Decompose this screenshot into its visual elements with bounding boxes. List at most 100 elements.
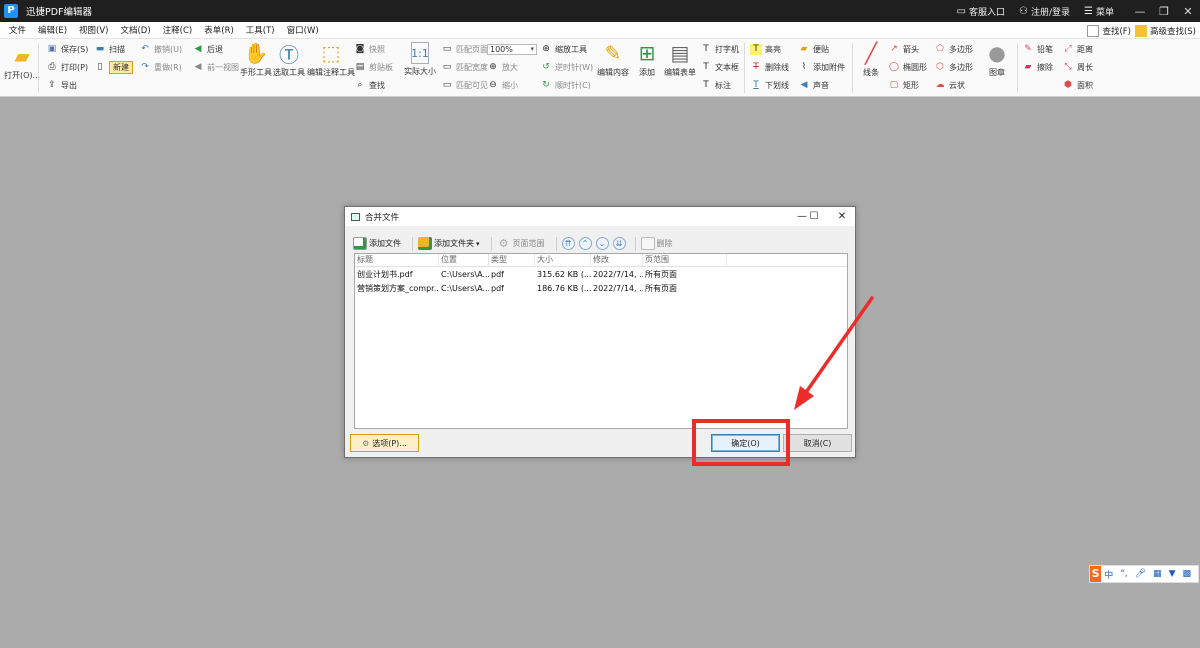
actual-size-button[interactable]: 1:1 实际大小 bbox=[404, 42, 436, 77]
distance-button[interactable]: ⤢ 距离 bbox=[1062, 44, 1093, 55]
fit-width-button[interactable]: ▭ 匹配宽度 bbox=[441, 62, 488, 73]
fit-visible-button[interactable]: ▭ 匹配可见 bbox=[441, 80, 488, 91]
fit-page-button[interactable]: ▭ 匹配页面 bbox=[441, 44, 488, 55]
rotate-ccw-button[interactable]: ↺ 逆时针(W) bbox=[540, 62, 593, 73]
dialog-close-button[interactable]: ✕ bbox=[825, 207, 859, 226]
move-top-button[interactable]: ⇈ bbox=[561, 237, 575, 250]
menu-tools[interactable]: 工具(T) bbox=[240, 24, 281, 36]
rotate-ccw-icon: ↺ bbox=[542, 62, 550, 72]
service-link[interactable]: ▭ 客服入口 bbox=[957, 5, 1005, 18]
add-folder-button[interactable]: 添加文件夹 ▾ bbox=[418, 237, 480, 250]
menu-link[interactable]: ☰ 菜单 bbox=[1084, 5, 1114, 18]
eraser-button[interactable]: ▰ 擦除 bbox=[1022, 62, 1053, 73]
column-header-modified[interactable]: 修改 bbox=[591, 254, 643, 266]
area-button[interactable]: ⬢ 面积 bbox=[1062, 80, 1093, 91]
zoom-select[interactable]: 100% bbox=[487, 44, 537, 55]
highlight-button[interactable]: T 高亮 bbox=[750, 44, 781, 55]
zoom-out-button[interactable]: ⊖ 缩小 bbox=[487, 80, 518, 91]
add-button[interactable]: ⊞ 添加 bbox=[634, 41, 660, 78]
page-range-button[interactable]: ⚙ 页面范围 bbox=[497, 237, 545, 250]
find-button[interactable]: 查找(F) bbox=[1102, 25, 1131, 37]
add-file-button[interactable]: 添加文件 bbox=[353, 237, 401, 250]
typewriter-button[interactable]: T 打字机 bbox=[700, 44, 739, 55]
zoom-in-button[interactable]: ⊕ 放大 bbox=[487, 62, 518, 73]
fit-page-icon: ▭ bbox=[442, 44, 452, 54]
minimize-button[interactable]: — bbox=[1128, 5, 1152, 18]
snapshot-button[interactable]: ◙ 快照 bbox=[354, 44, 385, 55]
save-button[interactable]: ▣ 保存(S) bbox=[46, 44, 89, 55]
redo-button[interactable]: ↷ 重做(R) bbox=[139, 62, 182, 73]
attach-button[interactable]: ⌇ 添加附件 bbox=[798, 62, 845, 73]
clipboard-button[interactable]: ▤ 剪贴板 bbox=[354, 62, 393, 73]
microphone-icon[interactable]: 🎤︎ bbox=[1135, 569, 1146, 579]
options-button[interactable]: ⚙ 选项(P)... bbox=[350, 434, 419, 452]
rect-button[interactable]: ▢ 矩形 bbox=[888, 80, 919, 91]
advanced-find-button[interactable]: 高级查找(S) bbox=[1150, 25, 1196, 37]
open-button[interactable]: ▰ 打开(O)... bbox=[4, 44, 40, 81]
arrow-button[interactable]: ↗ 箭头 bbox=[888, 44, 919, 55]
back-button[interactable]: ◀ 后退 bbox=[192, 44, 223, 55]
cancel-button[interactable]: 取消(C) bbox=[783, 434, 852, 452]
restore-button[interactable]: ❐ bbox=[1152, 5, 1176, 18]
ime-toolbar[interactable]: S 中 °, 🎤︎ ▦ ▼ ▩ bbox=[1089, 565, 1199, 583]
underline-button[interactable]: T 下划线 bbox=[750, 80, 789, 91]
move-down-button[interactable]: ⌄ bbox=[595, 237, 609, 250]
keyboard-icon[interactable]: ▦ bbox=[1153, 569, 1162, 579]
hand-tool-button[interactable]: ✋ 手形工具 bbox=[240, 41, 272, 78]
move-up-button[interactable]: ⌃ bbox=[578, 237, 592, 250]
annot-select-button[interactable]: ⬚ 编辑注释工具 bbox=[307, 41, 355, 78]
edit-content-button[interactable]: ✎ 编辑内容 bbox=[597, 41, 629, 78]
stamp-button[interactable]: ● 图章 bbox=[984, 41, 1010, 78]
perimeter-button[interactable]: ⤡ 周长 bbox=[1062, 62, 1093, 73]
note-button[interactable]: ▰ 便贴 bbox=[798, 44, 829, 55]
file-row[interactable]: 创业计划书.pdf C:\Users\A... pdf 315.62 KB (.… bbox=[355, 267, 847, 281]
column-header-title[interactable]: 标题 bbox=[355, 254, 439, 266]
divider bbox=[744, 43, 745, 93]
ime-mode[interactable]: 中 bbox=[1104, 568, 1113, 581]
column-header-type[interactable]: 类型 bbox=[489, 254, 535, 266]
toolbox-icon[interactable]: ▩ bbox=[1182, 569, 1191, 579]
ellipse-button[interactable]: ◯ 椭圆形 bbox=[888, 62, 927, 73]
new-button[interactable]: ▯ 新建 bbox=[94, 61, 133, 74]
column-header-location[interactable]: 位置 bbox=[439, 254, 489, 266]
menu-view[interactable]: 视图(V) bbox=[73, 24, 114, 36]
pencil-button[interactable]: ✎ 铅笔 bbox=[1022, 44, 1053, 55]
sound-button[interactable]: ◀ 声音 bbox=[798, 80, 829, 91]
scan-button[interactable]: ▬ 扫描 bbox=[94, 44, 125, 55]
menu-file[interactable]: 文件 bbox=[0, 24, 32, 36]
speaker-icon: ◀ bbox=[800, 80, 808, 90]
column-header-size[interactable]: 大小 bbox=[535, 254, 591, 266]
polyline-button[interactable]: ⬡ 多边形 bbox=[934, 62, 973, 73]
menu-window[interactable]: 窗口(W) bbox=[281, 24, 325, 36]
menu-form[interactable]: 表单(R) bbox=[198, 24, 240, 36]
strikeout-button[interactable]: T 删除线 bbox=[750, 62, 789, 73]
delete-button[interactable]: 删除 bbox=[640, 237, 673, 250]
export-button[interactable]: ⇪ 导出 bbox=[46, 80, 77, 91]
textbox-button[interactable]: T 文本框 bbox=[700, 62, 739, 73]
skin-icon[interactable]: ▼ bbox=[1169, 569, 1176, 579]
menu-document[interactable]: 文档(D) bbox=[114, 24, 156, 36]
zoom-tool-button[interactable]: ⊕ 缩放工具 bbox=[540, 44, 587, 55]
undo-button[interactable]: ↶ 撤销(U) bbox=[139, 44, 182, 55]
close-button[interactable]: ✕ bbox=[1176, 5, 1200, 18]
menu-edit[interactable]: 编辑(E) bbox=[32, 24, 73, 36]
move-bottom-button[interactable]: ⇊ bbox=[612, 237, 626, 250]
cloud-button[interactable]: ☁ 云状 bbox=[934, 80, 966, 91]
punctuation-icon[interactable]: °, bbox=[1120, 569, 1127, 579]
line-button[interactable]: ╱ 线条 bbox=[858, 41, 884, 78]
edit-form-button[interactable]: ▤ 编辑表单 bbox=[664, 41, 696, 78]
column-header-pages[interactable]: 页范围 bbox=[643, 254, 727, 266]
annotation-arrow bbox=[794, 296, 874, 410]
find-icon bbox=[1087, 24, 1100, 37]
find-tool-button[interactable]: ⌕ 查找 bbox=[354, 80, 385, 91]
print-button[interactable]: ⎙ 打印(P) bbox=[46, 62, 88, 73]
menu-comment[interactable]: 注释(C) bbox=[157, 24, 199, 36]
callout-button[interactable]: T 标注 bbox=[700, 80, 731, 91]
login-link[interactable]: ⚇ 注册/登录 bbox=[1019, 5, 1070, 18]
file-row[interactable]: 营销策划方案_compr... C:\Users\A... pdf 186.76… bbox=[355, 281, 847, 295]
prev-view-button[interactable]: ◀ 前一视图 bbox=[192, 62, 239, 73]
polygon-button[interactable]: ⬠ 多边形 bbox=[934, 44, 973, 55]
select-tool-button[interactable]: Ⓣ 选取工具 bbox=[273, 41, 305, 78]
rotate-cw-button[interactable]: ↻ 顺时针(C) bbox=[540, 80, 591, 91]
cell-title: 营销策划方案_compr... bbox=[357, 283, 439, 293]
